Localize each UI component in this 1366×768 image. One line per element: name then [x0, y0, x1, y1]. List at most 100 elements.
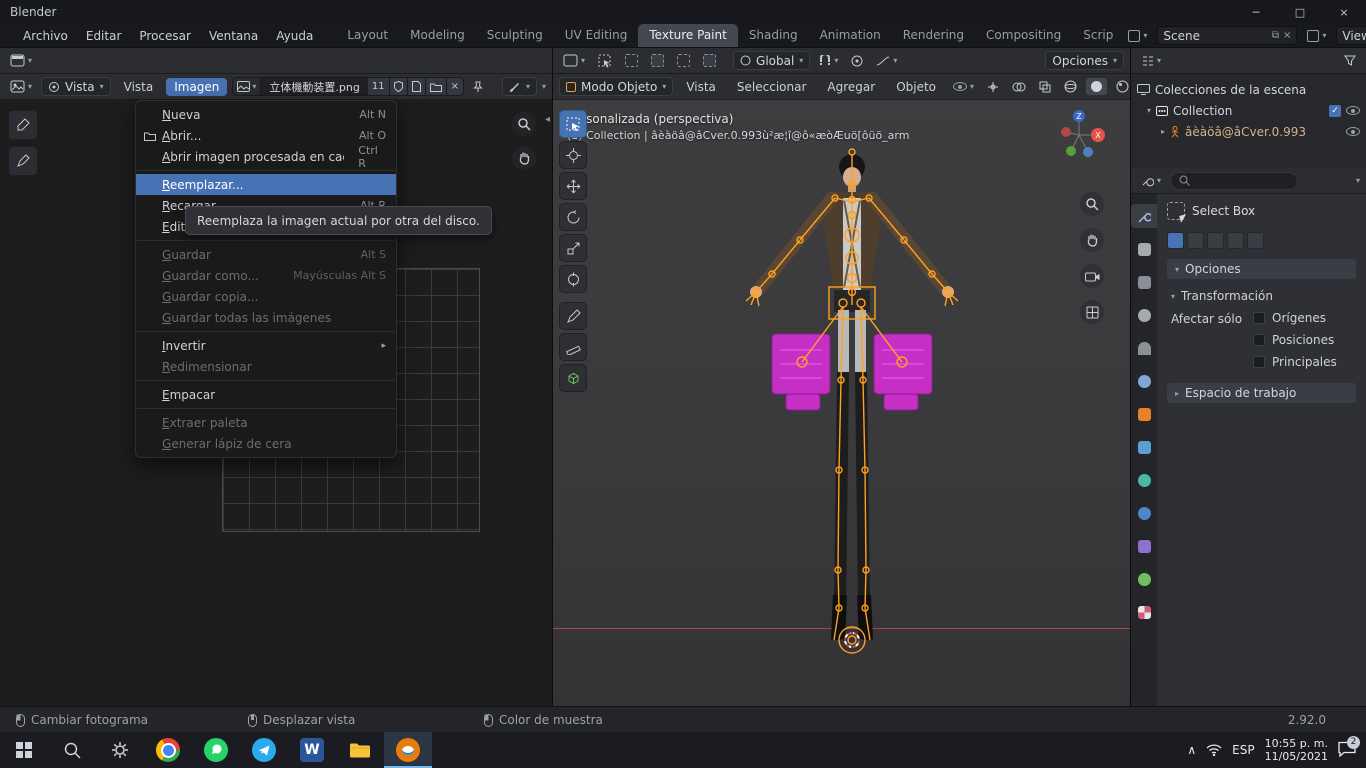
options-dropdown[interactable]: Opciones ▾ [1045, 51, 1124, 70]
wifi-icon[interactable] [1206, 744, 1222, 756]
menu-item-abrir-cache[interactable]: Abrir imagen procesada en cachéCtrl R [136, 144, 396, 170]
scene-browse-button[interactable]: ▾ [1124, 28, 1151, 44]
parents-checkbox-row[interactable]: Principales [1253, 355, 1337, 369]
viewport-canvas[interactable]: Personalizada (perspectiva) (1) Collecti… [553, 100, 1130, 706]
tab-rendering[interactable]: Rendering [892, 24, 975, 47]
view-menu-button[interactable]: Vista [116, 78, 162, 96]
outliner-collection-row[interactable]: ▾ Collection ✓ [1131, 100, 1366, 121]
mode-set-button[interactable] [1167, 232, 1184, 249]
visibility-dropdown[interactable]: ▾ [949, 80, 978, 93]
tab-sculpting[interactable]: Sculpting [476, 24, 554, 47]
gizmos-toggle[interactable] [983, 79, 1003, 95]
rotate-tool[interactable] [559, 203, 587, 231]
character-model[interactable] [642, 140, 1062, 660]
cursor-tool[interactable] [559, 141, 587, 169]
snap-button[interactable]: ▾ [815, 53, 842, 69]
viewlayer-datablock[interactable]: View Layer ⧉ × [1336, 26, 1366, 45]
menu-item-guardar[interactable]: Guardar Alt S [136, 244, 396, 265]
tab-scene[interactable] [1131, 336, 1157, 360]
transform-subsection-header[interactable]: ▾ Transformación [1171, 289, 1356, 303]
copy-icon[interactable]: ⧉ [1272, 30, 1279, 41]
mode-extend-button[interactable] [1187, 232, 1204, 249]
viewlayer-browse-button[interactable]: ▾ [1303, 28, 1330, 44]
sample-tool-button[interactable] [8, 110, 38, 140]
tab-modeling[interactable]: Modeling [399, 24, 476, 47]
tab-tool[interactable] [1131, 204, 1157, 228]
clock[interactable]: 10:55 p. m. 11/05/2021 [1265, 737, 1328, 763]
mode-invert-button[interactable] [1227, 232, 1244, 249]
tab-compositing[interactable]: Compositing [975, 24, 1072, 47]
mode-dropdown[interactable]: Modo Objeto ▾ [559, 77, 674, 96]
origins-checkbox-row[interactable]: Orígenes [1253, 311, 1337, 325]
options-section-header[interactable]: ▾ Opciones [1167, 259, 1356, 279]
menu-archivo[interactable]: Archivo [14, 26, 77, 46]
annotate-tool[interactable] [559, 302, 587, 330]
fake-user-button[interactable] [389, 77, 408, 96]
scale-tool[interactable] [559, 234, 587, 262]
image-menu-button[interactable]: Imagen [166, 77, 228, 96]
select-mode-invert[interactable] [699, 52, 720, 69]
tab-data[interactable] [1131, 567, 1157, 591]
select-mode-extend[interactable] [647, 52, 668, 69]
add-primitive-tool[interactable] [559, 364, 587, 392]
transform-tool[interactable] [559, 265, 587, 293]
menu-item-guardar-como[interactable]: Guardar como... Mayúsculas Alt S [136, 265, 396, 286]
menu-ayuda[interactable]: Ayuda [267, 26, 322, 46]
checkbox[interactable] [1253, 312, 1265, 324]
menu-item-reemplazar[interactable]: Reemplazar... [136, 174, 396, 195]
xray-toggle[interactable] [1035, 79, 1055, 95]
outliner-scene-row[interactable]: Colecciones de la escena [1131, 79, 1366, 100]
editor-type-button[interactable]: ▾ [6, 52, 36, 69]
whatsapp-button[interactable] [192, 732, 240, 768]
locations-checkbox-row[interactable]: Posiciones [1253, 333, 1337, 347]
telegram-button[interactable] [240, 732, 288, 768]
menu-item-guardar-todas[interactable]: Guardar todas las imágenes [136, 307, 396, 328]
move-tool[interactable] [559, 172, 587, 200]
select-mode-set[interactable] [621, 52, 642, 69]
tab-scripting[interactable]: Scrip [1072, 24, 1124, 47]
menu-item-invertir[interactable]: Invertir ▸ [136, 335, 396, 356]
notification-button[interactable]: 2 [1338, 735, 1360, 760]
new-image-button[interactable] [407, 77, 426, 96]
menu-ventana[interactable]: Ventana [200, 26, 267, 46]
pan-button[interactable] [512, 146, 536, 170]
settings-button[interactable] [96, 732, 144, 768]
tab-layout[interactable]: Layout [336, 24, 399, 47]
mode-intersect-button[interactable] [1247, 232, 1264, 249]
add-menu[interactable]: Agregar [819, 78, 883, 96]
zoom-button[interactable] [1080, 192, 1104, 216]
menu-item-redimensionar[interactable]: Redimensionar [136, 356, 396, 377]
tab-physics[interactable] [1131, 501, 1157, 525]
shading-wireframe[interactable] [1060, 78, 1081, 95]
proportional-edit-button[interactable] [847, 53, 867, 69]
tab-texture-paint[interactable]: Texture Paint [638, 24, 738, 47]
workspace-section-header[interactable]: ▸ Espacio de trabajo [1167, 383, 1356, 403]
checkbox[interactable] [1253, 356, 1265, 368]
tab-uv-editing[interactable]: UV Editing [554, 24, 639, 47]
taskbar-search-button[interactable] [48, 732, 96, 768]
select-menu[interactable]: Seleccionar [729, 78, 814, 96]
open-image-button[interactable] [425, 77, 447, 96]
menu-item-extraer-paleta[interactable]: Extraer paleta [136, 412, 396, 433]
image-users-button[interactable]: 11 [367, 77, 390, 96]
scene-datablock[interactable]: Scene ⧉ × [1157, 26, 1298, 45]
tab-view-layer[interactable] [1131, 303, 1157, 327]
file-explorer-button[interactable] [336, 732, 384, 768]
word-button[interactable]: W [288, 732, 336, 768]
tab-constraints[interactable] [1131, 534, 1157, 558]
measure-tool[interactable] [559, 333, 587, 361]
menu-item-guardar-copia[interactable]: Guardar copia... [136, 286, 396, 307]
unlink-image-button[interactable]: × [446, 77, 464, 96]
select-box-tool[interactable] [559, 110, 587, 138]
collection-checkbox[interactable]: ✓ [1329, 104, 1341, 117]
image-browse-button[interactable]: ▾ [232, 77, 262, 96]
active-tool-button[interactable] [594, 52, 616, 70]
eye-icon[interactable] [1346, 127, 1360, 136]
tab-object[interactable] [1131, 402, 1157, 426]
pin-button[interactable] [469, 79, 487, 95]
tab-modifiers[interactable] [1131, 435, 1157, 459]
tab-render[interactable] [1131, 237, 1157, 261]
menu-procesar[interactable]: Procesar [130, 26, 200, 46]
language-indicator[interactable]: ESP [1232, 743, 1254, 757]
active-tool-row[interactable]: Select Box [1167, 202, 1356, 220]
